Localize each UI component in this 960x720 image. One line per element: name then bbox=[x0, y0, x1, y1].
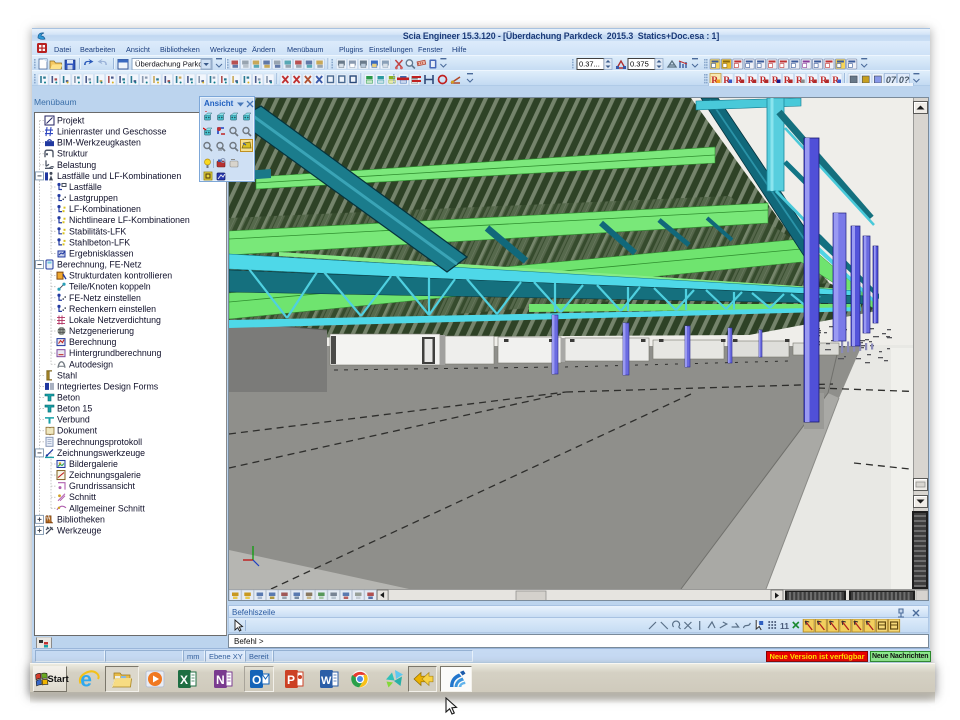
svg-text:Verbund: Verbund bbox=[57, 415, 90, 425]
svg-text:Projekt: Projekt bbox=[57, 116, 85, 126]
svg-text:Struktur: Struktur bbox=[57, 149, 88, 159]
svg-text:Lastgruppen: Lastgruppen bbox=[69, 193, 118, 203]
svg-text:Belastung: Belastung bbox=[57, 160, 96, 170]
svg-text:Beton 15: Beton 15 bbox=[57, 404, 92, 414]
svg-text:LF-Kombinationen: LF-Kombinationen bbox=[69, 204, 141, 214]
svg-text:N: N bbox=[216, 673, 225, 687]
svg-text:11: 11 bbox=[780, 621, 789, 631]
svg-text:Lokale Netzverdichtung: Lokale Netzverdichtung bbox=[69, 315, 161, 325]
svg-text:P: P bbox=[287, 673, 295, 687]
svg-text:FE-Netz einstellen: FE-Netz einstellen bbox=[69, 293, 141, 303]
svg-text:Linienraster und Geschosse: Linienraster und Geschosse bbox=[57, 127, 167, 137]
svg-text:Nichtlineare LF-Kombinationen: Nichtlineare LF-Kombinationen bbox=[69, 215, 190, 225]
svg-text:Schnitt: Schnitt bbox=[69, 492, 96, 502]
svg-text:Zeichnungsgalerie: Zeichnungsgalerie bbox=[69, 470, 141, 480]
svg-text:Grundrissansicht: Grundrissansicht bbox=[69, 481, 136, 491]
svg-text:Lastfälle: Lastfälle bbox=[69, 182, 102, 192]
svg-text:Berechnung: Berechnung bbox=[69, 337, 117, 347]
svg-text:0.375: 0.375 bbox=[630, 60, 649, 69]
svg-text:Bildergalerie: Bildergalerie bbox=[69, 459, 118, 469]
svg-text:0.37...: 0.37... bbox=[579, 60, 600, 69]
svg-text:Teile/Knoten koppeln: Teile/Knoten koppeln bbox=[69, 282, 151, 292]
svg-text:Überdachung Parkde: Überdachung Parkde bbox=[135, 60, 207, 69]
svg-text:Stahl: Stahl bbox=[57, 370, 77, 380]
svg-text:Autodesign: Autodesign bbox=[69, 359, 113, 369]
svg-text:Werkzeuge: Werkzeuge bbox=[57, 525, 101, 535]
svg-text:Hintergrundberechnung: Hintergrundberechnung bbox=[69, 348, 162, 358]
svg-text:W: W bbox=[321, 675, 332, 687]
svg-text:Bibliotheken: Bibliotheken bbox=[57, 514, 105, 524]
svg-text:BIM-Werkzeugkasten: BIM-Werkzeugkasten bbox=[57, 138, 141, 148]
svg-text:Rechenkern einstellen: Rechenkern einstellen bbox=[69, 304, 156, 314]
svg-text:Stahlbeton-LFK: Stahlbeton-LFK bbox=[69, 237, 130, 247]
svg-text:Lastfälle und LF-Kombinationen: Lastfälle und LF-Kombinationen bbox=[57, 171, 181, 181]
svg-text:O: O bbox=[252, 673, 261, 687]
svg-text:X: X bbox=[180, 673, 188, 687]
svg-text:Beton: Beton bbox=[57, 393, 80, 403]
svg-text:Berechnungsprotokoll: Berechnungsprotokoll bbox=[57, 437, 142, 447]
svg-text:Integriertes Design Forms: Integriertes Design Forms bbox=[57, 381, 159, 391]
svg-text:Berechnung, FE-Netz: Berechnung, FE-Netz bbox=[57, 260, 142, 270]
svg-text:Stabilitäts-LFK: Stabilitäts-LFK bbox=[69, 226, 126, 236]
svg-text:Zeichnungswerkzeuge: Zeichnungswerkzeuge bbox=[57, 448, 145, 458]
svg-text:Ergebnisklassen: Ergebnisklassen bbox=[69, 248, 134, 258]
svg-text:Strukturdaten kontrollieren: Strukturdaten kontrollieren bbox=[69, 271, 172, 281]
svg-text:Dokument: Dokument bbox=[57, 426, 98, 436]
svg-text:Netzgenerierung: Netzgenerierung bbox=[69, 326, 134, 336]
svg-text:Allgemeiner Schnitt: Allgemeiner Schnitt bbox=[69, 503, 145, 513]
